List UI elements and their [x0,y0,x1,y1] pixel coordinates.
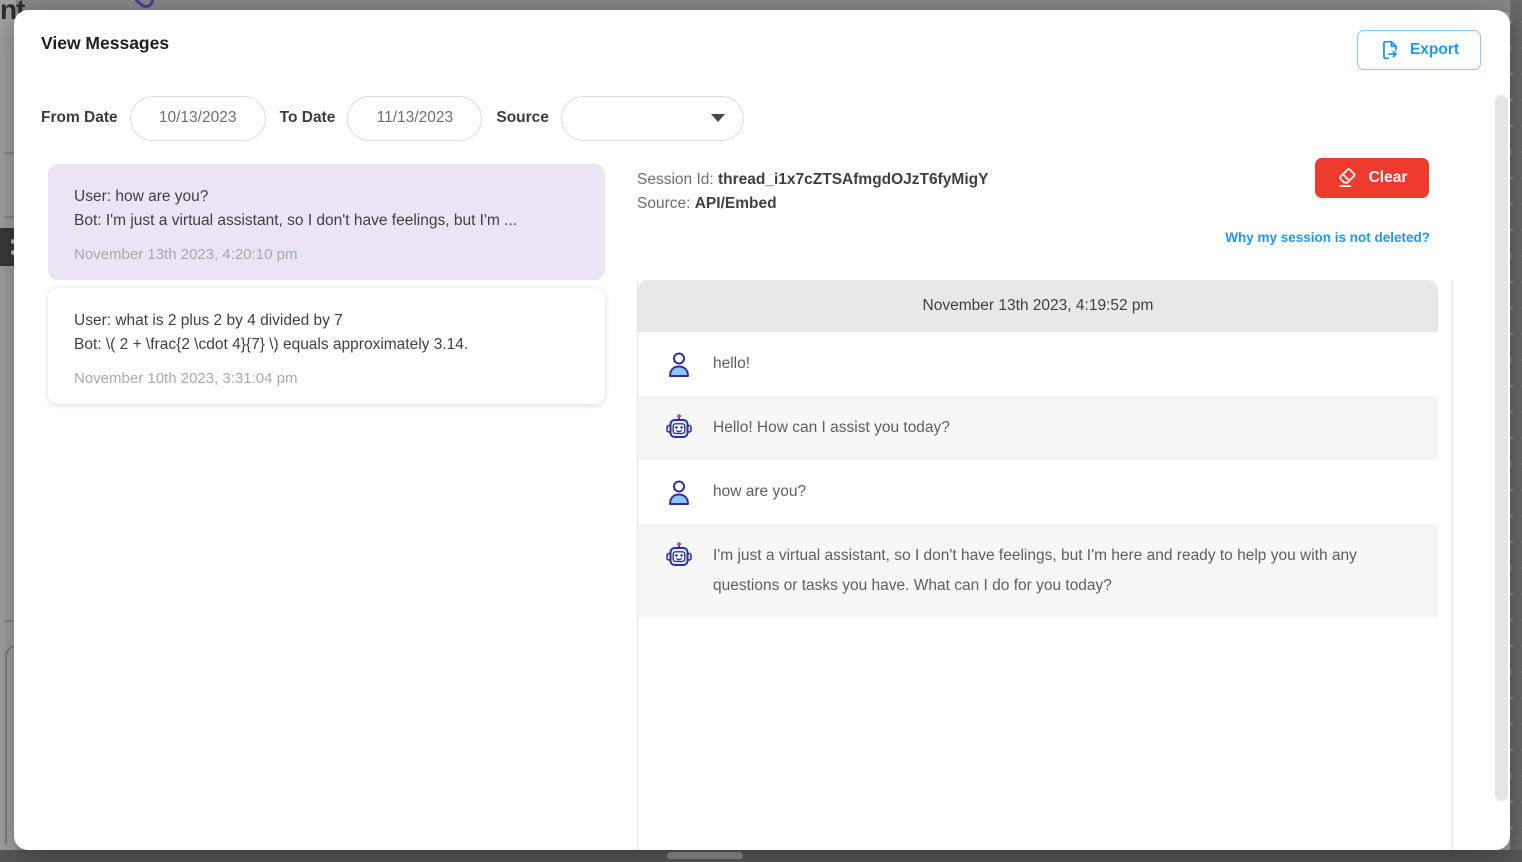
background-bottom-strip [0,850,1522,862]
to-date-input[interactable] [347,96,482,141]
horizontal-scrollbar-thumb[interactable] [667,852,743,859]
session-id-label: Session Id: [637,171,714,188]
session-id-line: Session Id: thread_i1x7cZTSAfmgdOJzT6fyM… [637,168,988,192]
conversation-card-selected[interactable]: User: how are you? Bot: I'm just a virtu… [48,164,605,280]
conversation-list: User: how are you? Bot: I'm just a virtu… [48,164,605,404]
from-date-input[interactable] [130,96,266,141]
conversation-user-preview: User: what is 2 plus 2 by 4 divided by 7 [74,309,579,333]
chat-message-user: hello! [638,332,1438,396]
conversation-user-preview: User: how are you? [74,185,579,209]
source-select[interactable] [561,96,744,141]
background-divider [5,216,14,218]
session-help-link[interactable]: Why my session is not deleted? [1225,230,1430,245]
session-source-value: API/Embed [695,195,777,212]
eraser-icon [1337,167,1359,189]
message-text: how are you? [713,477,806,507]
message-text: hello! [713,349,750,379]
chat-transcript-panel: November 13th 2023, 4:19:52 pm hello! [637,280,1453,850]
export-button[interactable]: Export [1357,30,1481,70]
conversation-card[interactable]: User: what is 2 plus 2 by 4 divided by 7… [48,288,605,404]
user-icon [664,477,694,507]
chat-message-user: how are you? [638,460,1438,524]
chat-message-bot: Hello! How can I assist you today? [638,396,1438,460]
message-text: I'm just a virtual assistant, so I don't… [713,541,1408,601]
export-icon [1379,39,1401,61]
message-text: Hello! How can I assist you today? [713,413,950,443]
vertical-scrollbar-thumb[interactable] [1495,95,1508,801]
conversation-timestamp: November 10th 2023, 3:31:04 pm [74,370,579,387]
clear-label: Clear [1369,169,1408,187]
to-date-label: To Date [280,109,336,127]
bot-icon [664,541,694,571]
chevron-down-icon [711,114,725,122]
filter-bar: From Date To Date Source [41,95,744,141]
background-right-column [1510,0,1522,862]
export-label: Export [1410,41,1459,59]
session-id-value: thread_i1x7cZTSAfmgdOJzT6fyMigY [718,171,988,188]
dialog-title: View Messages [41,33,169,54]
session-info: Session Id: thread_i1x7cZTSAfmgdOJzT6fyM… [637,168,988,216]
chat-session-date-header: November 13th 2023, 4:19:52 pm [638,280,1438,332]
conversation-bot-preview: Bot: I'm just a virtual assistant, so I … [74,209,579,233]
session-source-line: Source: API/Embed [637,192,988,216]
user-icon [664,349,694,379]
view-messages-dialog: View Messages Export From Date To Date S… [14,10,1510,850]
session-source-label: Source: [637,195,690,212]
clear-button[interactable]: Clear [1315,158,1429,198]
conversation-timestamp: November 13th 2023, 4:20:10 pm [74,246,579,263]
source-label: Source [496,109,549,127]
bot-icon [664,413,694,443]
background-divider [5,152,14,154]
background-divider [5,620,14,622]
chat-message-bot: I'm just a virtual assistant, so I don't… [638,524,1438,618]
from-date-label: From Date [41,109,118,127]
conversation-bot-preview: Bot: \( 2 + \frac{2 \cdot 4}{7} \) equal… [74,333,579,357]
